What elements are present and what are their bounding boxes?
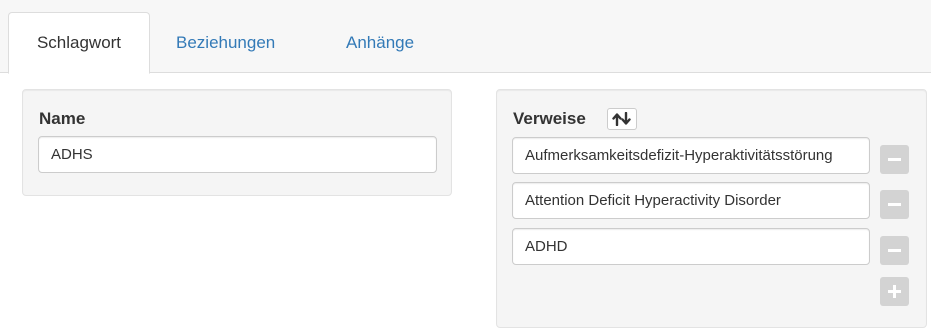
plus-icon	[888, 285, 901, 298]
tab-anhaenge[interactable]: Anhänge	[330, 12, 430, 74]
minus-icon	[888, 249, 901, 252]
name-panel: Name ADHS	[22, 89, 452, 196]
verweis-input-1[interactable]: Aufmerksamkeitsdefizit-Hyperaktivitätsst…	[512, 137, 870, 174]
minus-icon	[888, 203, 901, 206]
name-input[interactable]: ADHS	[38, 136, 437, 173]
verweis-input-2[interactable]: Attention Deficit Hyperactivity Disorder	[512, 182, 870, 219]
sort-button[interactable]	[607, 108, 637, 130]
verweise-panel: Verweise Aufmerksamkeitsdefizit-Hyperakt…	[496, 89, 927, 328]
add-verweis-button[interactable]	[880, 277, 909, 306]
tab-schlagwort[interactable]: Schlagwort	[8, 12, 150, 74]
remove-verweis-button-2[interactable]	[880, 190, 909, 219]
minus-icon	[888, 158, 901, 161]
sort-arrows-icon	[612, 112, 631, 126]
verweise-label: Verweise	[513, 109, 586, 128]
tab-beziehungen[interactable]: Beziehungen	[160, 12, 291, 74]
remove-verweis-button-3[interactable]	[880, 236, 909, 265]
tab-bar: Schlagwort Beziehungen Anhänge	[0, 0, 931, 74]
remove-verweis-button-1[interactable]	[880, 145, 909, 174]
verweis-input-3[interactable]: ADHD	[512, 228, 870, 265]
name-label: Name	[39, 109, 86, 128]
